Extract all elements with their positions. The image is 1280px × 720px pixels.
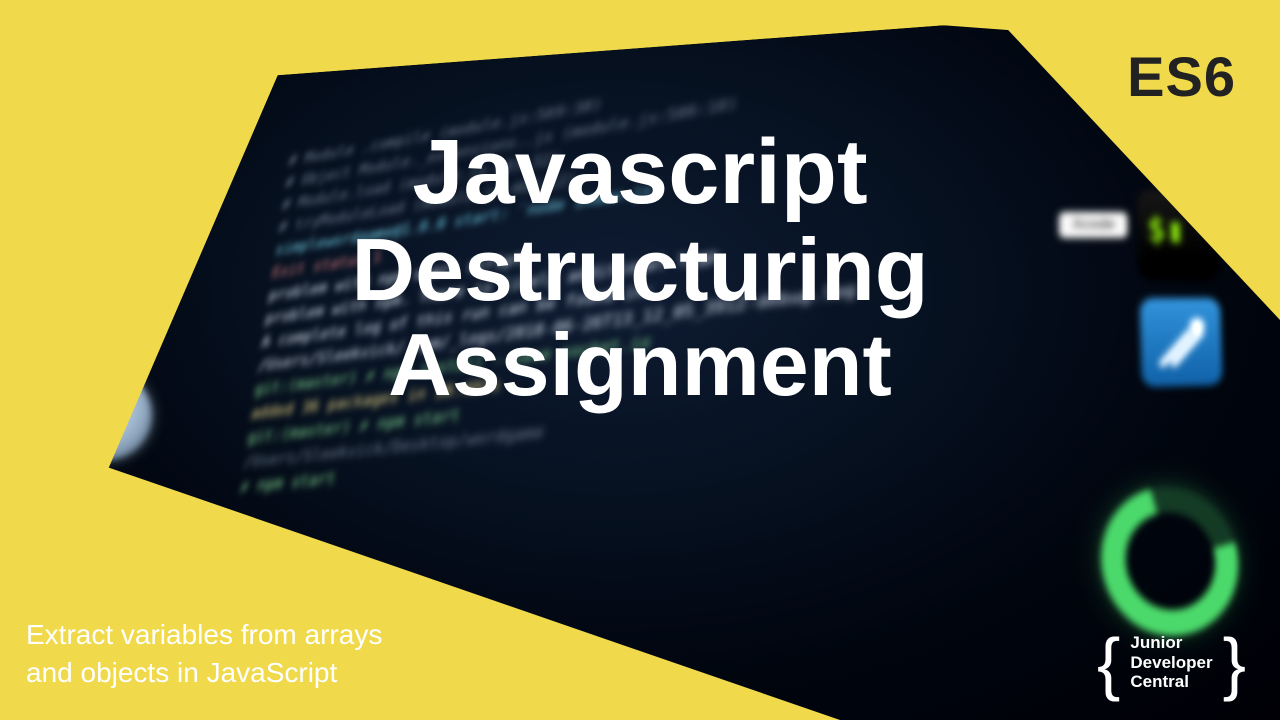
title-line-1: Javascript bbox=[270, 126, 1010, 220]
title-line-3: Assignment bbox=[270, 319, 1010, 411]
thumbnail-stage: module.exports = { entry: './src', outpu… bbox=[0, 0, 1280, 720]
main-title: Javascript Destructuring Assignment bbox=[270, 126, 1010, 411]
brand-word-2: Developer bbox=[1130, 653, 1212, 673]
brand-word-1: Junior bbox=[1130, 633, 1212, 653]
es6-badge: ES6 bbox=[1127, 44, 1236, 109]
subtitle: Extract variables from arrays and object… bbox=[26, 616, 382, 692]
brace-left-icon: { bbox=[1097, 635, 1120, 691]
brand-word-3: Central bbox=[1130, 672, 1212, 692]
subtitle-line-1: Extract variables from arrays bbox=[26, 616, 382, 654]
brand-logo: { Junior Developer Central } bbox=[1097, 633, 1246, 692]
subtitle-line-2: and objects in JavaScript bbox=[26, 654, 382, 692]
brace-right-icon: } bbox=[1223, 635, 1246, 691]
title-line-2: Destructuring bbox=[270, 224, 1010, 316]
